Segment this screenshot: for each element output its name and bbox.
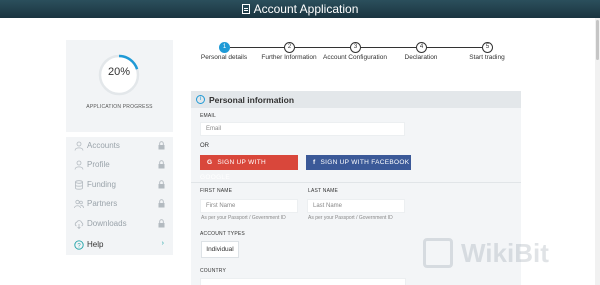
progress-ring: 20% <box>97 53 141 97</box>
step-connector <box>361 47 416 48</box>
step-connector <box>295 47 350 48</box>
menu-item-partners[interactable]: Partners <box>66 195 173 214</box>
progress-card: 20% APPLICATION PROGRESS <box>66 40 173 132</box>
step-5-label: Start trading <box>469 54 505 61</box>
step-4-label: Declaration <box>404 54 438 61</box>
facebook-icon: f <box>313 159 316 166</box>
or-label: OR <box>200 143 209 149</box>
scrollbar-thumb[interactable] <box>596 20 599 60</box>
country-label: COUNTRY <box>200 268 227 274</box>
lock-icon <box>158 160 165 169</box>
side-menu: Accounts Profile Funding Partners Downlo… <box>66 137 173 255</box>
email-field[interactable]: Email <box>200 122 405 136</box>
first-name-field[interactable]: First Name <box>200 199 298 213</box>
menu-label: Accounts <box>87 141 120 150</box>
progress-label-text: APPLICATION PROGRESS <box>86 104 153 110</box>
menu-item-accounts[interactable]: Accounts <box>66 137 173 156</box>
menu-item-funding[interactable]: Funding <box>66 176 173 195</box>
menu-label: Partners <box>87 199 118 208</box>
step-1-circle[interactable]: 1 <box>219 42 230 53</box>
menu-item-profile[interactable]: Profile <box>66 156 173 175</box>
section-divider <box>191 182 521 183</box>
step-4-circle[interactable]: 4 <box>416 42 427 53</box>
facebook-button-label: SIGN UP WITH FACEBOOK <box>320 159 410 166</box>
progress-label: APPLICATION PROGRESS <box>66 104 173 111</box>
watermark-logo-mark <box>423 238 453 268</box>
database-icon <box>75 180 83 190</box>
last-name-hint: As per your Passport / Government ID <box>308 215 393 221</box>
step-2-label: Further Information <box>261 54 317 61</box>
lock-icon <box>158 141 165 150</box>
last-name-label: LAST NAME <box>308 188 339 194</box>
step-2-circle[interactable]: 2 <box>284 42 295 53</box>
scrollbar[interactable] <box>595 18 600 285</box>
step-connector <box>230 47 284 48</box>
chevron-right-icon: › <box>161 240 164 247</box>
google-icon: G <box>207 159 213 166</box>
lock-icon <box>158 219 165 228</box>
watermark-text: WikiBit <box>461 238 549 268</box>
document-icon <box>241 4 250 14</box>
title-bar: Account Application <box>0 0 600 18</box>
lock-icon <box>158 180 165 189</box>
step-1-label: Personal details <box>200 54 248 61</box>
first-name-label: FIRST NAME <box>200 188 233 194</box>
email-label: EMAIL <box>200 113 217 119</box>
menu-label: Funding <box>87 180 116 189</box>
first-name-placeholder: First Name <box>206 203 236 209</box>
panel-title: Personal information <box>209 95 295 105</box>
cloud-download-icon <box>74 220 84 229</box>
step-3-circle[interactable]: 3 <box>350 42 361 53</box>
application-stepper: 1 2 3 4 5 Personal details Further Infor… <box>190 38 520 78</box>
people-icon <box>74 199 84 209</box>
menu-item-downloads[interactable]: Downloads <box>66 215 173 234</box>
account-types-label: ACCOUNT TYPES <box>200 231 245 237</box>
facebook-signup-button[interactable]: f SIGN UP WITH FACEBOOK <box>306 155 411 170</box>
person-icon <box>74 141 84 151</box>
lock-icon <box>158 199 165 208</box>
menu-label: Downloads <box>87 219 127 228</box>
first-name-hint: As per your Passport / Government ID <box>201 215 286 221</box>
step-3-label: Account Configuration <box>323 54 387 61</box>
step-5-circle[interactable]: 5 <box>482 42 493 53</box>
last-name-field[interactable]: Last Name <box>307 199 405 213</box>
menu-label: Profile <box>87 160 110 169</box>
step-connector <box>427 47 482 48</box>
info-icon: i <box>196 95 205 104</box>
menu-label: Help <box>87 240 104 249</box>
country-select[interactable] <box>200 278 406 285</box>
watermark-logo: WikiBit <box>423 232 583 278</box>
account-type-individual[interactable]: Individual <box>201 241 239 258</box>
last-name-placeholder: Last Name <box>313 203 343 209</box>
progress-percent: 20% <box>107 66 131 78</box>
menu-item-help[interactable]: ? Help › <box>66 236 173 255</box>
window-title: Account Application <box>253 2 359 16</box>
help-icon: ? <box>74 240 84 250</box>
person-icon <box>74 160 84 170</box>
email-placeholder: Email <box>206 126 222 132</box>
window-title-wrap: Account Application <box>0 1 600 17</box>
panel-header: i Personal information <box>191 91 521 108</box>
google-signup-button[interactable]: G SIGN UP WITH GOOGLE <box>200 155 298 181</box>
